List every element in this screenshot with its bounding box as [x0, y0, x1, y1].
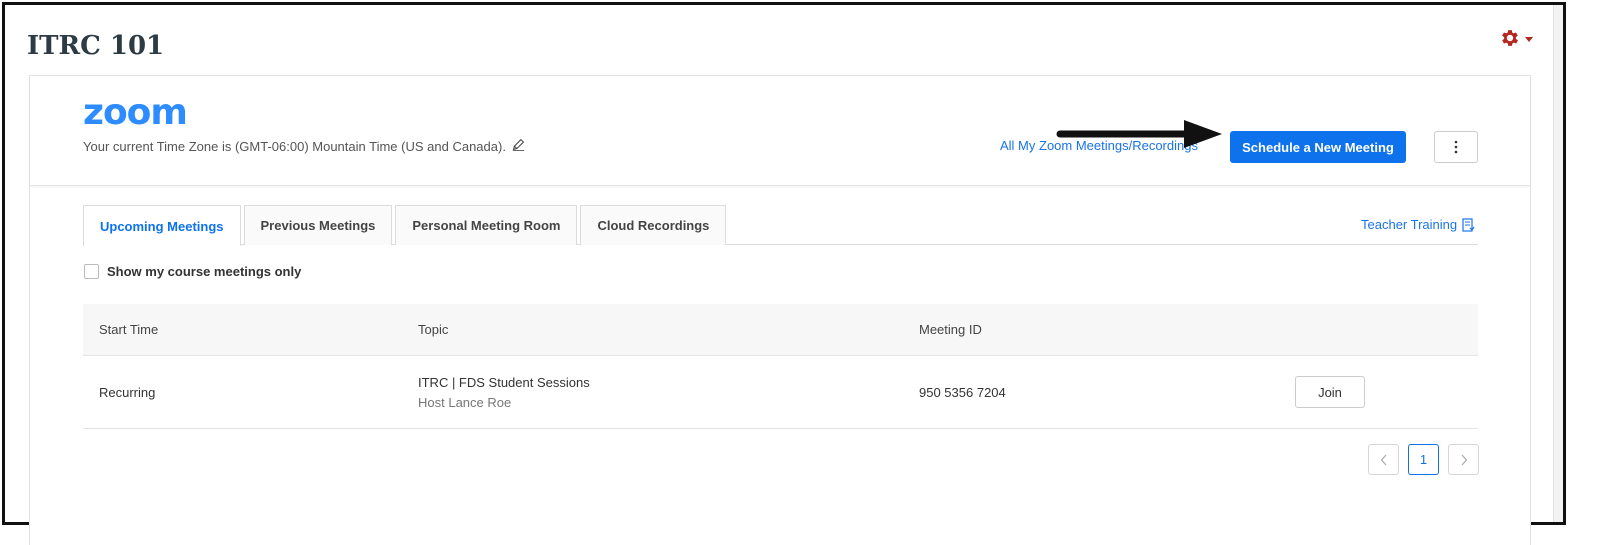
tab-cloud-recordings[interactable]: Cloud Recordings: [580, 205, 727, 245]
row-start-time: Recurring: [99, 384, 156, 400]
next-page-button[interactable]: [1448, 444, 1479, 475]
course-filter-label: Show my course meetings only: [107, 264, 302, 279]
settings-menu-button[interactable]: [1499, 27, 1533, 49]
more-options-button[interactable]: [1434, 131, 1478, 163]
prev-page-button[interactable]: [1368, 444, 1399, 475]
row-topic-cell: ITRC | FDS Student Sessions Host Lance R…: [418, 375, 919, 410]
scrollbar[interactable]: [1553, 5, 1563, 522]
vertical-ellipsis-icon: [1454, 140, 1458, 154]
schedule-meeting-button[interactable]: Schedule a New Meeting: [1230, 131, 1406, 163]
document-icon: [1462, 217, 1475, 232]
page-1-button[interactable]: 1: [1408, 444, 1439, 475]
course-filter: Show my course meetings only: [84, 264, 301, 279]
timezone-info: Your current Time Zone is (GMT-06:00) Mo…: [83, 138, 525, 154]
tab-personal-meeting-room[interactable]: Personal Meeting Room: [395, 205, 578, 245]
zoom-logo: zoom: [83, 92, 188, 133]
row-host: Host Lance Roe: [418, 394, 512, 410]
page-title: ITRC 101: [27, 31, 165, 61]
meetings-table: Start Time Topic Meeting ID Recurring IT…: [83, 304, 1478, 429]
row-meeting-id: 950 5356 7204: [919, 384, 1006, 400]
pencil-icon[interactable]: [512, 138, 525, 154]
row-action-cell: Join: [1295, 376, 1478, 408]
table-row: Recurring ITRC | FDS Student Sessions Ho…: [83, 356, 1478, 429]
join-button[interactable]: Join: [1295, 376, 1365, 408]
header-start-time: Start Time: [99, 322, 159, 337]
gear-icon: [1502, 30, 1518, 46]
caret-down-icon: [1525, 36, 1533, 42]
row-topic: ITRC | FDS Student Sessions: [418, 374, 590, 390]
tab-previous-meetings[interactable]: Previous Meetings: [243, 205, 393, 245]
tab-upcoming-meetings[interactable]: Upcoming Meetings: [83, 205, 241, 246]
header-meeting-id: Meeting ID: [919, 322, 982, 337]
chevron-right-icon: [1461, 454, 1467, 465]
meetings-tabs: Upcoming Meetings Previous Meetings Pers…: [83, 205, 1478, 246]
pagination: 1: [1368, 444, 1479, 475]
header-topic: Topic: [418, 322, 449, 337]
table-header: Start Time Topic Meeting ID: [83, 304, 1478, 356]
course-meetings-checkbox[interactable]: [84, 264, 99, 279]
timezone-text: Your current Time Zone is (GMT-06:00) Mo…: [83, 138, 506, 154]
teacher-training-label: Teacher Training: [1361, 217, 1458, 232]
teacher-training-link[interactable]: Teacher Training: [1361, 217, 1475, 232]
arrow-annotation-icon: [1056, 120, 1222, 148]
zoom-panel: zoom Your current Time Zone is (GMT-06:0…: [29, 75, 1531, 545]
zoom-header: zoom Your current Time Zone is (GMT-06:0…: [30, 76, 1530, 186]
chevron-left-icon: [1380, 454, 1386, 465]
browser-frame: ITRC 101 zoom Your current Time Zone is …: [2, 2, 1566, 545]
